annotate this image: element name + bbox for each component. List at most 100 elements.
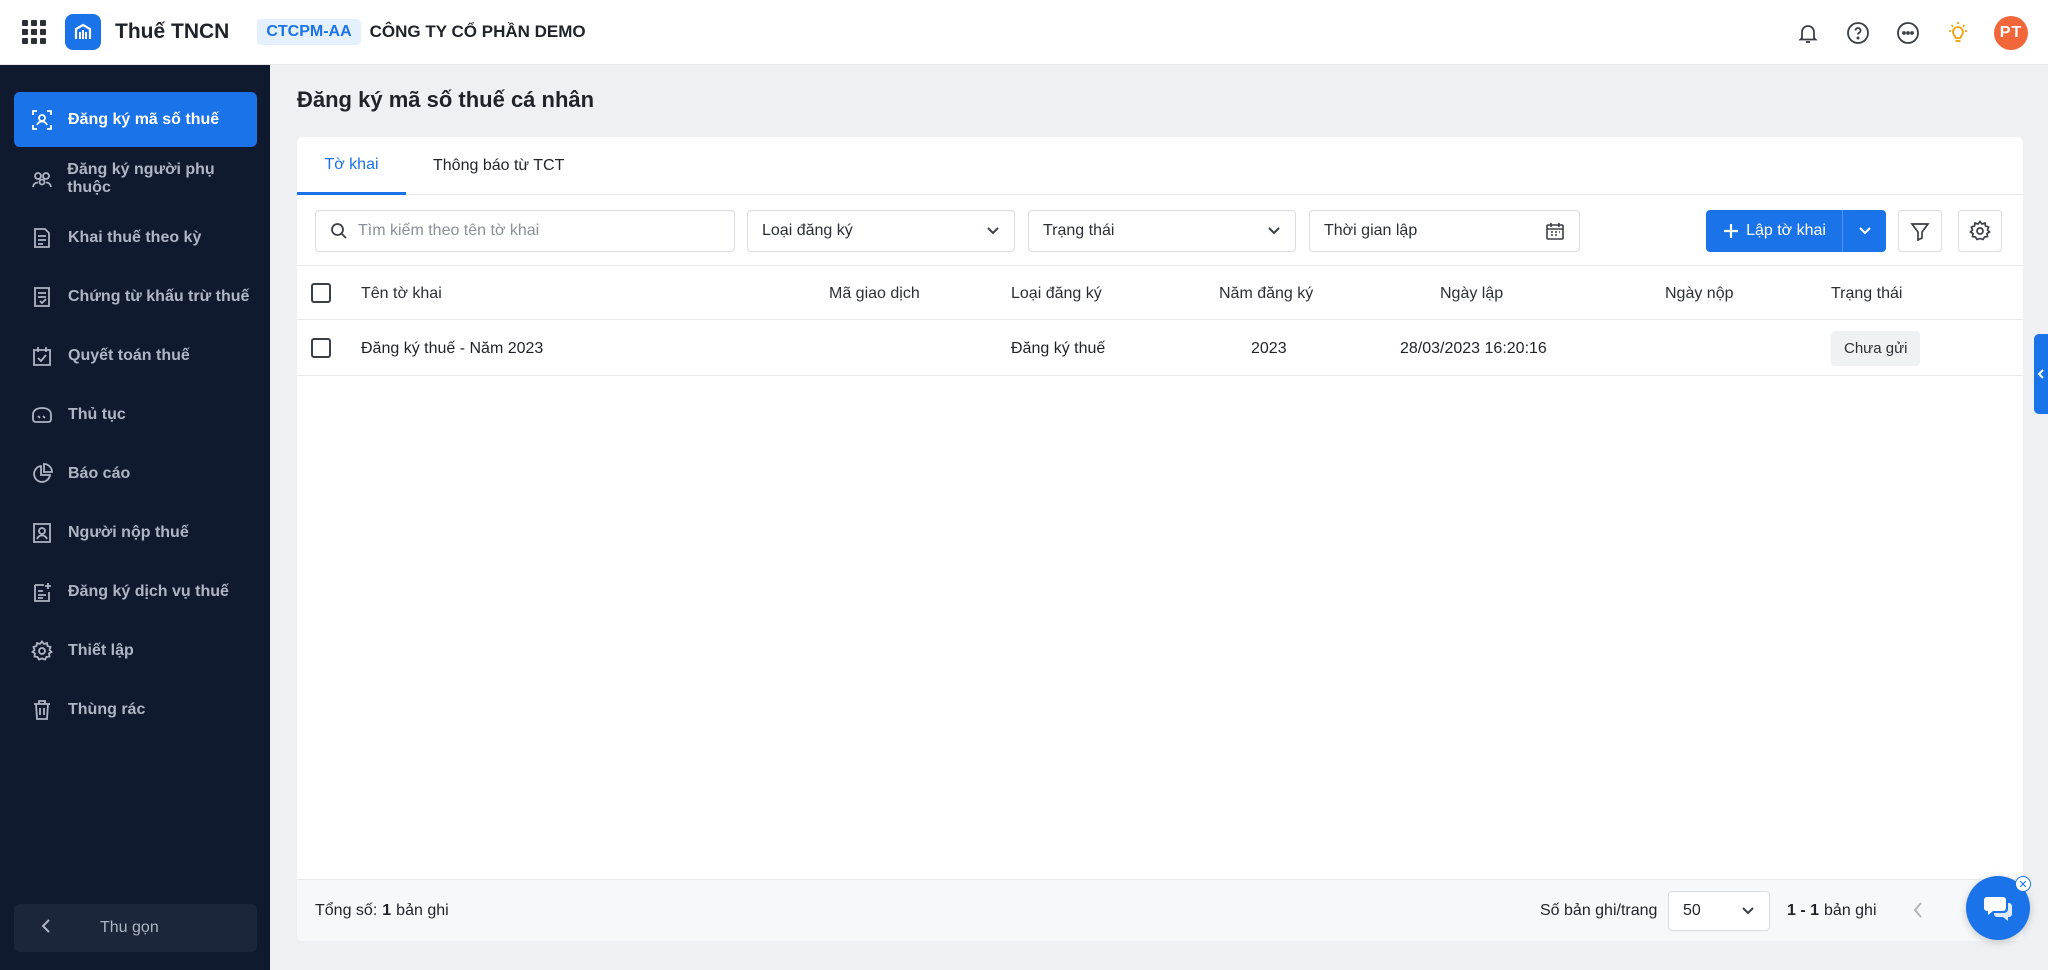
column-header[interactable]: Tên tờ khai [361,266,442,321]
sidebar-item-label: Đăng ký người phụ thuộc [67,160,215,196]
settlement-icon [30,344,54,368]
chevron-down-icon [1267,226,1281,236]
column-header[interactable]: Trạng thái [1831,266,1902,321]
sidebar-item-thiet-lap[interactable]: Thiết lập [14,623,257,678]
app-logo[interactable] [65,14,101,50]
sidebar-item-label: Người nộp thuế [68,523,189,541]
range-unit: bản ghi [1824,902,1877,919]
chevron-left-icon [1912,901,1924,919]
column-header[interactable]: Loại đăng ký [1011,266,1102,321]
sidebar: Đăng ký mã số thuế Đăng ký người phụ thu… [0,65,270,970]
create-declaration-label: Lập tờ khai [1746,222,1826,239]
create-options-dropdown[interactable] [1843,210,1886,252]
chevron-left-icon [40,918,52,939]
sidebar-item-label: Đăng ký dịch vụ thuế [68,582,229,600]
cell-declaration-name[interactable]: Đăng ký thuế - Năm 2023 [361,321,543,376]
status-badge: Chưa gửi [1831,331,1921,366]
taxpayer-icon [30,521,54,545]
service-register-icon [30,580,54,604]
trash-icon [30,698,54,722]
sidebar-item-thu-tuc[interactable]: Thủ tục [14,387,257,442]
sidebar-item-label: Thiết lập [68,641,134,659]
sidebar-item-bao-cao[interactable]: Báo cáo [14,446,257,501]
apps-grid-icon[interactable] [22,20,46,44]
sidebar-item-label: Đăng ký mã số thuế [68,110,220,128]
avatar[interactable]: PT [1994,15,2028,50]
sidebar-item-thung-rac[interactable]: Thùng rác [14,682,257,737]
tab-to-khai[interactable]: Tờ khai [297,137,406,195]
help-icon[interactable] [1844,19,1872,47]
toolbar: Tìm kiếm theo tên tờ khai Loại đăng ký T… [297,210,2023,252]
status-select[interactable]: Trạng thái [1028,210,1296,252]
lightbulb-icon[interactable] [1944,19,1972,47]
total-unit: bản ghi [396,902,449,919]
page-size-label: Số bản ghi/trang [1540,902,1658,919]
app-title: Thuế TNCN [115,20,230,43]
sidebar-item-chung-tu-khau-tru-thue[interactable]: Chứng từ khấu trừ thuế [14,269,257,324]
sidebar-item-khai-thue-theo-ky[interactable]: Khai thuế theo kỳ [14,210,257,265]
total-count: 1 [382,902,392,919]
page-size-value: 50 [1683,902,1701,919]
sidebar-item-dang-ky-dich-vu-thue[interactable]: Đăng ký dịch vụ thuế [14,564,257,619]
column-header[interactable]: Năm đăng ký [1219,266,1313,321]
chevron-down-icon [1741,906,1755,916]
company-name[interactable]: CÔNG TY CỔ PHẦN DEMO [370,22,586,42]
procedure-icon [30,403,54,427]
page-title: Đăng ký mã số thuế cá nhân [297,87,595,112]
tab-bar: Tờ khai Thông báo từ TCT [297,137,2023,195]
sidebar-item-label: Thủ tục [68,405,126,423]
total-label: Tổng số: [315,902,378,919]
company-code-badge[interactable]: CTCPM-AA [257,19,361,45]
group-icon [30,167,53,191]
calendar-icon [1545,221,1565,241]
cell-created-date: 28/03/2023 16:20:16 [1400,339,1547,357]
registration-type-select[interactable]: Loại đăng ký [747,210,1015,252]
search-placeholder: Tìm kiếm theo tên tờ khai [358,222,540,239]
sidebar-item-dang-ky-nguoi-phu-thuoc[interactable]: Đăng ký người phụ thuộc [14,151,257,206]
column-header[interactable]: Ngày nộp [1665,266,1734,321]
search-input[interactable]: Tìm kiếm theo tên tờ khai [315,210,735,252]
filter-button[interactable] [1898,210,1942,252]
tab-thong-bao-tu-tct[interactable]: Thông báo từ TCT [433,137,564,195]
sidebar-item-nguoi-nop-thue[interactable]: Người nộp thuế [14,505,257,560]
sidebar-item-label: Khai thuế theo kỳ [68,228,202,246]
chevron-down-icon [1858,226,1872,236]
chevron-down-icon [986,226,1000,236]
collapse-label: Thu gọn [100,919,159,936]
sidebar-item-quyet-toan-thue[interactable]: Quyết toán thuế [14,328,257,383]
cell-registration-type: Đăng ký thuế [1011,339,1106,357]
cell-year: 2023 [1251,339,1287,357]
top-header: Thuế TNCN CTCPM-AA CÔNG TY CỔ PHẦN DEMO … [0,0,2048,65]
search-icon [330,222,348,240]
content-panel: Tờ khai Thông báo từ TCT Tìm kiếm theo t… [297,137,2023,941]
close-icon[interactable]: ✕ [2015,876,2031,892]
create-declaration-split-button: Lập tờ khai [1706,210,1886,252]
column-header[interactable]: Ngày lập [1440,266,1503,321]
sidebar-item-dang-ky-ma-so-thue[interactable]: Đăng ký mã số thuế [14,92,257,147]
select-all-checkbox[interactable] [311,283,331,303]
pie-chart-icon [30,462,54,486]
more-icon[interactable] [1894,19,1922,47]
filter-icon [1910,221,1930,241]
registration-type-value: Loại đăng ký [762,222,853,239]
column-header[interactable]: Mã giao dịch [829,266,920,321]
table-footer: Tổng số: 1 bản ghi Số bản ghi/trang 50 1… [297,879,2023,941]
row-checkbox[interactable] [311,338,331,358]
chat-icon [1981,891,2015,925]
created-date-field[interactable]: Thời gian lập [1309,210,1580,252]
page-size-select[interactable]: 50 [1668,891,1770,931]
sidebar-item-label: Báo cáo [68,464,131,482]
settings-button[interactable] [1958,210,2002,252]
prev-page-button[interactable] [1912,901,1924,919]
sidebar-item-label: Quyết toán thuế [68,346,190,364]
collapse-sidebar-button[interactable]: Thu gọn [14,904,257,952]
create-declaration-button[interactable]: Lập tờ khai [1706,210,1842,252]
table-row[interactable]: Đăng ký thuế - Năm 2023 Đăng ký thuế 202… [297,321,2023,376]
page-range: 1 - 1 bản ghi [1787,880,1877,942]
gear-icon [30,639,54,663]
created-date-placeholder: Thời gian lập [1324,222,1418,239]
plus-icon [1722,222,1740,240]
total-records: Tổng số: 1 bản ghi [315,880,449,942]
bell-icon[interactable] [1794,19,1822,47]
side-panel-toggle[interactable] [2034,334,2048,414]
